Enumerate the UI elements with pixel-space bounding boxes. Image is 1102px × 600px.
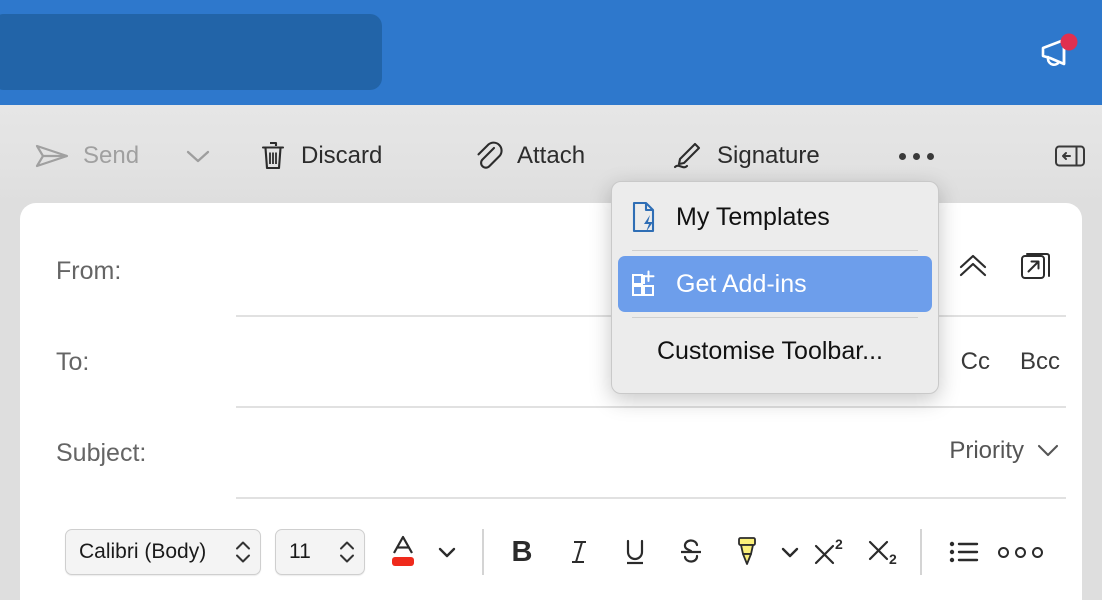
paper-plane-icon <box>34 141 70 171</box>
signature-button[interactable]: Signature <box>666 130 824 182</box>
collapse-panel-icon[interactable] <box>1050 138 1090 174</box>
menu-item-my-templates[interactable]: My Templates <box>618 189 932 245</box>
signature-pen-icon <box>670 139 704 173</box>
signature-label: Signature <box>717 142 820 169</box>
overflow-dots-icon[interactable] <box>996 528 1044 576</box>
subject-field-row: Subject: Priority <box>20 411 1082 499</box>
megaphone-icon[interactable] <box>1028 24 1090 80</box>
discard-label: Discard <box>301 142 383 169</box>
subject-input[interactable] <box>216 427 902 481</box>
menu-item-label: Customise Toolbar... <box>656 336 884 365</box>
font-color-chevron-down-icon[interactable] <box>430 528 464 576</box>
from-field-label: From: <box>56 257 122 285</box>
from-row-actions <box>952 245 1056 287</box>
superscript-button[interactable]: 2 <box>808 528 852 576</box>
font-family-select[interactable]: Calibri (Body) <box>65 529 261 575</box>
underline-button[interactable] <box>615 528 655 576</box>
font-family-value: Calibri (Body) <box>79 540 207 563</box>
font-size-value: 11 <box>289 540 311 563</box>
cc-button[interactable]: Cc <box>961 348 990 376</box>
highlight-chevron-down-icon[interactable] <box>773 528 807 576</box>
subscript-button[interactable]: 2 <box>862 528 906 576</box>
open-in-new-window-icon[interactable] <box>1014 245 1056 287</box>
send-label: Send <box>83 142 140 169</box>
send-options-chevron-down-icon[interactable] <box>176 133 220 179</box>
formatting-toolbar: Calibri (Body) 11 B 2 2 <box>20 505 1082 600</box>
more-commands-ellipsis-icon[interactable] <box>892 133 940 179</box>
priority-dropdown[interactable]: Priority <box>949 437 1060 465</box>
grid-plus-icon <box>628 269 660 299</box>
subject-field-label: Subject: <box>56 439 147 467</box>
to-field-underline <box>236 406 1066 408</box>
menu-divider-1 <box>632 250 918 251</box>
compose-window: Send Discard Attach Signature From: To: … <box>0 0 1102 600</box>
menu-item-get-add-ins[interactable]: Get Add-ins <box>618 256 932 312</box>
to-field-label: To: <box>56 348 90 376</box>
highlighter-icon[interactable] <box>726 528 768 576</box>
svg-text:2: 2 <box>889 551 897 567</box>
cc-bcc-group: Cc Bcc <box>961 348 1060 376</box>
format-divider-1 <box>482 529 484 575</box>
attach-label: Attach <box>517 142 586 169</box>
font-color-icon[interactable] <box>382 528 424 576</box>
format-divider-2 <box>920 529 922 575</box>
subject-field-underline <box>236 497 1066 499</box>
menu-item-label: My Templates <box>676 202 830 231</box>
font-size-select[interactable]: 11 <box>275 529 365 575</box>
menu-item-customise-toolbar[interactable]: Customise Toolbar... <box>618 323 932 379</box>
more-commands-menu: My Templates Get Add-ins Customise Toolb… <box>611 181 939 394</box>
priority-label: Priority <box>949 437 1024 464</box>
send-button[interactable]: Send <box>30 130 143 182</box>
strikethrough-button[interactable] <box>671 528 711 576</box>
paperclip-icon <box>472 139 504 173</box>
bold-button[interactable]: B <box>502 528 542 576</box>
attach-button[interactable]: Attach <box>468 130 589 182</box>
discard-button[interactable]: Discard <box>254 130 386 182</box>
header-active-tab[interactable] <box>0 14 382 90</box>
italic-button[interactable] <box>560 528 600 576</box>
menu-item-label: Get Add-ins <box>676 269 807 298</box>
bcc-button[interactable]: Bcc <box>1020 348 1060 376</box>
trash-icon <box>258 139 288 173</box>
window-header <box>0 0 1102 105</box>
font-family-stepper[interactable] <box>235 541 251 564</box>
bulleted-list-icon[interactable] <box>942 528 986 576</box>
svg-text:2: 2 <box>835 536 843 552</box>
menu-divider-2 <box>632 317 918 318</box>
document-lightning-icon <box>628 200 660 234</box>
chevron-down-icon <box>1036 437 1060 465</box>
font-size-stepper[interactable] <box>339 541 355 564</box>
double-chevron-up-icon[interactable] <box>952 245 994 287</box>
